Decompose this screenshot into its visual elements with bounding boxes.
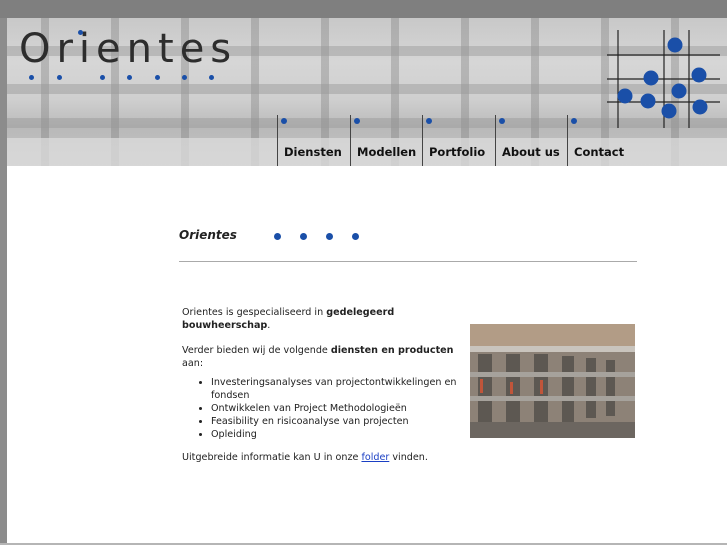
logo-dot	[155, 75, 160, 80]
nav-label[interactable]: Contact	[574, 145, 624, 159]
more-info-suffix: vinden.	[389, 452, 428, 463]
body-text: Orientes is gespecialiseerd in gedelegee…	[182, 306, 462, 476]
nav-dot	[571, 118, 577, 124]
nav-label[interactable]: About us	[502, 145, 560, 159]
title-dot	[274, 233, 281, 240]
nav-item-portfolio[interactable]: Portfolio	[422, 115, 493, 166]
nav-item-modellen[interactable]: Modellen	[350, 115, 421, 166]
header-banner: Orientes Diensten Modellen Portfolio Abo…	[7, 18, 727, 166]
page: Orientes Diensten Modellen Portfolio Abo…	[7, 18, 727, 543]
site-logo[interactable]: Orientes	[19, 26, 237, 72]
list-item: Investeringsanalyses van projectontwikke…	[211, 376, 462, 402]
nav-dot	[426, 118, 432, 124]
offer-paragraph: Verder bieden wij de volgende diensten e…	[182, 344, 462, 370]
nav-dot	[281, 118, 287, 124]
logo-dot	[78, 30, 83, 35]
logo-dot	[100, 75, 105, 80]
logo-dot	[209, 75, 214, 80]
offer-suffix: aan:	[182, 358, 204, 369]
construction-image	[470, 324, 635, 438]
list-item: Ontwikkelen van Project Methodologieën	[211, 402, 462, 415]
construction-photo	[470, 324, 635, 438]
nav-label[interactable]: Portfolio	[429, 145, 485, 159]
nav-label[interactable]: Diensten	[284, 145, 342, 159]
list-item: Opleiding	[211, 428, 462, 441]
top-strip	[0, 0, 727, 18]
title-dot	[300, 233, 307, 240]
title-dot	[352, 233, 359, 240]
nav-item-contact[interactable]: Contact	[567, 115, 638, 166]
nav-label[interactable]: Modellen	[357, 145, 416, 159]
intro-suffix: .	[267, 320, 271, 331]
more-info-paragraph: Uitgebreide informatie kan U in onze fol…	[182, 451, 462, 464]
logo-dot	[57, 75, 62, 80]
page-title: Orientes	[179, 228, 237, 242]
list-item: Feasibility en risicoanalyse van project…	[211, 415, 462, 428]
folder-link[interactable]: folder	[361, 452, 389, 463]
title-dot	[326, 233, 333, 240]
services-list: Investeringsanalyses van projectontwikke…	[182, 376, 462, 441]
logo-dot	[29, 75, 34, 80]
nav-dot	[499, 118, 505, 124]
intro-paragraph: Orientes is gespecialiseerd in gedelegee…	[182, 306, 462, 332]
offer-emphasis: diensten en producten	[330, 345, 454, 356]
nav-dot	[354, 118, 360, 124]
intro-text: Orientes is gespecialiseerd in	[182, 307, 327, 318]
logo-dot	[182, 75, 187, 80]
title-divider	[179, 261, 637, 262]
more-info-text: Uitgebreide informatie kan U in onze	[182, 452, 362, 463]
nav-item-diensten[interactable]: Diensten	[277, 115, 348, 166]
offer-text: Verder bieden wij de volgende	[182, 345, 331, 356]
nav-item-about-us[interactable]: About us	[495, 115, 566, 166]
logo-dot	[127, 75, 132, 80]
